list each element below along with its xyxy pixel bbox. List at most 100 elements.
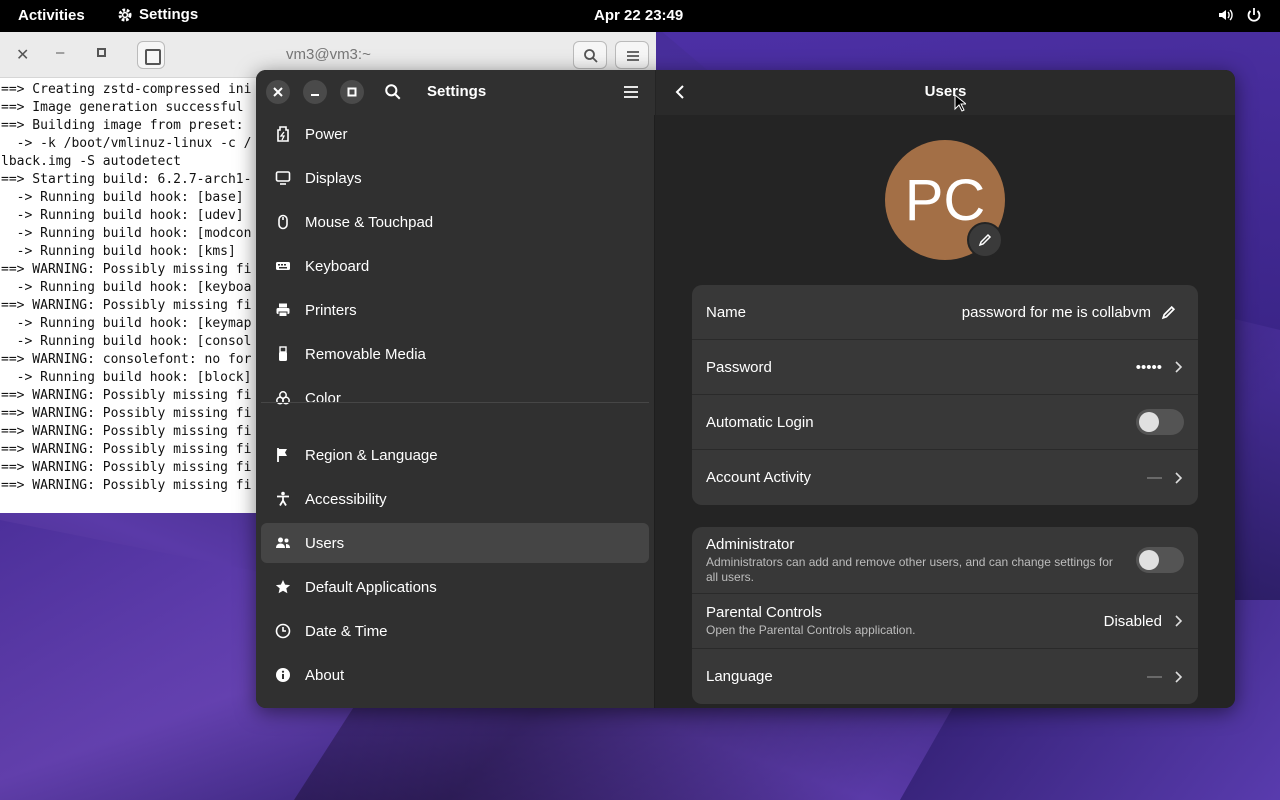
sidebar-item-power[interactable]: Power (261, 114, 649, 154)
maximize-button[interactable] (340, 80, 364, 104)
sidebar-item-displays[interactable]: Displays (261, 158, 649, 198)
users-icon (275, 535, 291, 551)
account-card: Name password for me is collabvm Passwor… (692, 285, 1198, 505)
minimize-button[interactable] (303, 80, 327, 104)
color-icon (275, 390, 291, 406)
usb-icon (275, 346, 291, 362)
parental-controls-description: Open the Parental Controls application. (706, 623, 916, 637)
close-icon[interactable]: ✕ (16, 45, 29, 65)
name-label: Name (706, 303, 747, 321)
sidebar-item-default-applications[interactable]: Default Applications (261, 567, 649, 607)
chevron-right-icon (1175, 361, 1183, 373)
avatar-edit-button[interactable] (967, 222, 1003, 258)
name-row[interactable]: Name password for me is collabvm (692, 285, 1198, 340)
account-activity-row[interactable]: Account Activity — (692, 450, 1198, 505)
maximize-icon[interactable] (97, 48, 106, 57)
power-icon (275, 126, 291, 142)
new-tab-button[interactable] (137, 41, 165, 69)
terminal-line: ==> WARNING: Possibly missing fi (1, 406, 252, 421)
parental-controls-text: Parental Controls Open the Parental Cont… (706, 604, 1104, 638)
account-activity-value: — (1147, 469, 1162, 486)
terminal-line: ==> WARNING: Possibly missing fi (1, 460, 252, 475)
sidebar-item-label: Date & Time (305, 622, 388, 640)
sidebar-item-color[interactable]: Color (261, 378, 649, 418)
sidebar-item-date-time[interactable]: Date & Time (261, 611, 649, 651)
account-activity-label: Account Activity (706, 469, 812, 486)
terminal-line: ==> WARNING: Possibly missing fi (1, 262, 252, 277)
automatic-login-label: Automatic Login (706, 413, 814, 431)
gear-icon (118, 8, 132, 21)
sidebar-item-label: Displays (305, 169, 362, 187)
parental-controls-value: Disabled (1103, 612, 1162, 630)
close-button[interactable] (266, 80, 290, 104)
mouse-icon (275, 214, 291, 230)
mouse-cursor-icon (954, 94, 966, 112)
sidebar-item-label: Removable Media (305, 345, 426, 363)
search-icon[interactable] (384, 83, 402, 101)
sidebar-item-label: Region & Language (305, 446, 438, 464)
info-icon (275, 667, 291, 683)
sidebar-item-keyboard[interactable]: Keyboard (261, 246, 649, 286)
chevron-right-icon (1175, 471, 1183, 484)
settings-sidebar: Settings Power Displays Mouse & Touchpad Ke… (256, 70, 655, 708)
pencil-icon[interactable] (1161, 305, 1176, 320)
star-icon (275, 579, 291, 595)
password-label: Password (706, 358, 772, 376)
minimize-icon[interactable]: – (56, 44, 64, 61)
menu-button[interactable] (615, 41, 649, 69)
pencil-icon (978, 233, 992, 247)
chevron-right-icon (1175, 670, 1183, 683)
terminal-line: ==> WARNING: Possibly missing fi (1, 298, 252, 313)
parental-controls-row[interactable]: Parental Controls Open the Parental Cont… (692, 594, 1198, 649)
app-menu[interactable]: Settings (117, 6, 198, 23)
language-label: Language (706, 668, 773, 685)
volume-icon (1219, 9, 1233, 21)
permissions-card: Administrator Administrators can add and… (692, 527, 1198, 704)
system-tray[interactable] (1218, 7, 1262, 23)
sidebar-item-region-language[interactable]: Region & Language (261, 435, 649, 475)
sidebar-title: Settings (427, 83, 487, 100)
password-row[interactable]: Password ••••• (692, 340, 1198, 395)
terminal-line: -> Running build hook: [base] (1, 190, 244, 205)
terminal-line: -> Running build hook: [keymap (1, 316, 252, 331)
language-row[interactable]: Language — (692, 649, 1198, 704)
terminal-title: vm3@vm3:~ (286, 46, 371, 63)
settings-window[interactable]: Settings Power Displays Mouse & Touchpad Ke… (256, 70, 1235, 708)
sidebar-item-removable-media[interactable]: Removable Media (261, 334, 649, 374)
display-icon (275, 170, 291, 186)
top-bar: Activities Settings Apr 22 23:49 (0, 0, 1280, 32)
terminal-line: ==> WARNING: consolefont: no for (1, 352, 252, 367)
parental-controls-label: Parental Controls (706, 604, 822, 621)
panel-header: Users (656, 70, 1235, 115)
sidebar-item-label: Default Applications (305, 578, 437, 596)
sidebar-item-printers[interactable]: Printers (261, 290, 649, 330)
sidebar-item-mouse-touchpad[interactable]: Mouse & Touchpad (261, 202, 649, 242)
users-panel: Users PC Name password for me is collabv… (656, 70, 1235, 708)
sidebar-item-about[interactable]: About (261, 655, 649, 695)
terminal-output[interactable]: ==> Creating zstd-compressed ini ==> Imag… (0, 78, 260, 495)
keyboard-icon (275, 258, 291, 274)
hamburger-icon[interactable] (623, 84, 639, 100)
automatic-login-toggle[interactable] (1136, 409, 1184, 435)
terminal-line: -> Running build hook: [block] (1, 370, 252, 385)
sidebar-item-users[interactable]: Users (261, 523, 649, 563)
administrator-description: Administrators can add and remove other … (706, 554, 1113, 584)
sidebar-item-label: Power (305, 125, 348, 143)
administrator-toggle[interactable] (1136, 547, 1184, 573)
sidebar-item-label: Printers (305, 301, 357, 319)
sidebar-item-label: Users (305, 534, 345, 552)
terminal-line: ==> Starting build: 6.2.7-arch1- (1, 172, 252, 187)
hamburger-icon (627, 51, 639, 61)
sidebar-separator (261, 402, 649, 403)
terminal-line: ==> WARNING: Possibly missing fi (1, 478, 252, 493)
power-icon (1247, 8, 1261, 22)
clock[interactable]: Apr 22 23:49 (594, 7, 683, 24)
sidebar-item-label: About (305, 666, 345, 684)
chevron-right-icon (1175, 615, 1183, 627)
search-button[interactable] (573, 41, 607, 69)
terminal-line: -> Running build hook: [udev] (1, 208, 244, 223)
sidebar-item-accessibility[interactable]: Accessibility (261, 479, 649, 519)
clock-icon (275, 623, 291, 639)
activities-button[interactable]: Activities (18, 7, 85, 24)
page-title: Users (924, 83, 967, 100)
